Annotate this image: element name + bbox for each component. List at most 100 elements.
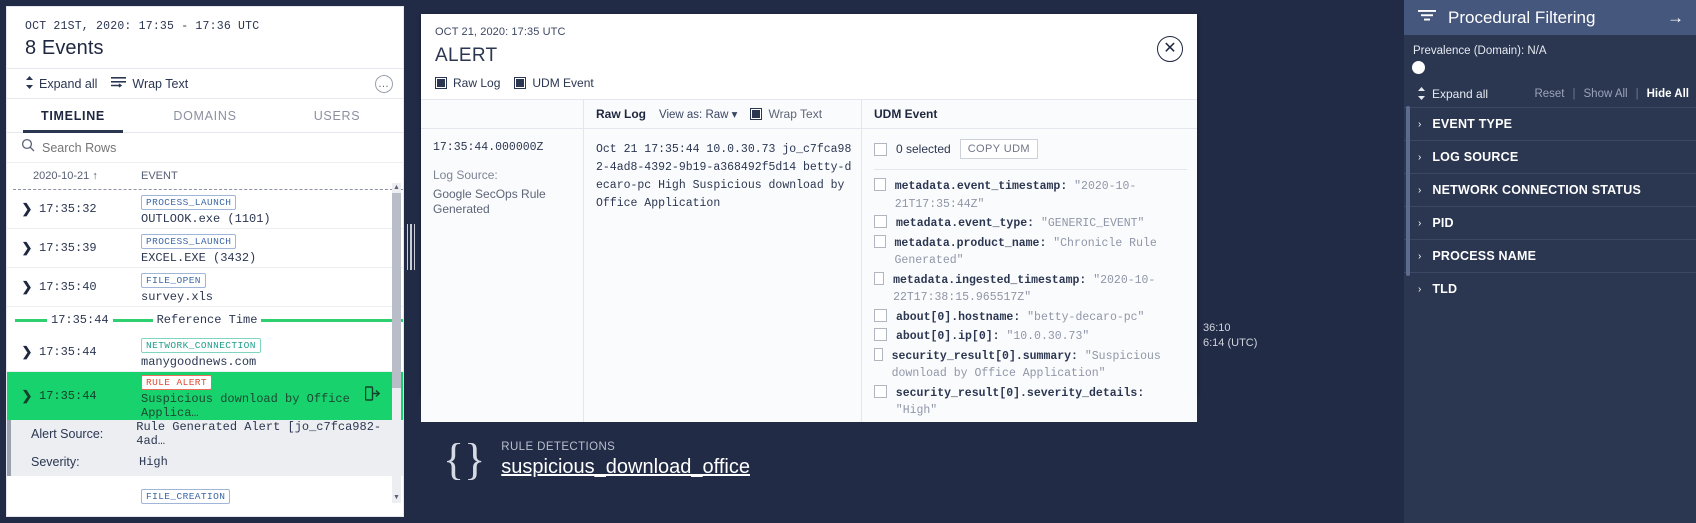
udm-field-checkbox[interactable] <box>874 348 883 361</box>
prevalence-slider-knob[interactable] <box>1412 61 1425 74</box>
udm-select-all-checkbox[interactable] <box>874 143 887 156</box>
facet-tld[interactable]: › TLD <box>1404 272 1696 305</box>
reference-time-value: 17:35:44 <box>51 313 109 327</box>
udm-field-value: "GENERIC_EVENT" <box>1041 217 1145 230</box>
chevron-right-icon: › <box>1418 185 1421 196</box>
reference-time-marker: 17:35:44 Reference Time <box>7 307 403 333</box>
rule-detections-link[interactable]: suspicious_download_office <box>501 456 750 479</box>
scroll-down-icon[interactable]: ▼ <box>392 493 401 503</box>
facet-label: PROCESS NAME <box>1432 249 1536 263</box>
table-row[interactable]: FILE_CREATION <box>7 476 403 515</box>
reference-line-mid <box>113 319 153 322</box>
row-expand-icon[interactable]: ❯ <box>15 279 39 295</box>
facet-pid[interactable]: › PID <box>1404 206 1696 239</box>
table-row-selected[interactable]: ❯ 17:35:44 RULE ALERT Suspicious downloa… <box>7 372 403 420</box>
udm-field[interactable]: metadata.event_type: "GENERIC_EVENT" <box>874 215 1187 233</box>
table-row[interactable]: ❯ 17:35:39 PROCESS_LAUNCH EXCEL.EXE (343… <box>7 229 403 268</box>
collapse-panel-arrow-icon[interactable]: → <box>1667 8 1684 28</box>
rule-detections-text: RULE DETECTIONS suspicious_download_offi… <box>501 441 750 479</box>
log-source-label: Log Source: <box>433 168 573 182</box>
filter-hide-all-button[interactable]: Hide All <box>1647 88 1689 100</box>
row-event: PROCESS_LAUNCH EXCEL.EXE (3432) <box>141 231 403 265</box>
udm-field[interactable]: about[0].hostname: "betty-decaro-pc" <box>874 309 1187 327</box>
filter-show-all-button[interactable]: Show All <box>1584 88 1628 100</box>
alert-detail-card: OCT 21, 2020: 17:35 UTC ALERT Raw Log UD… <box>421 14 1197 396</box>
udm-field-text: security_result[0].summary: "Suspicious … <box>892 348 1187 383</box>
wrap-text-button[interactable]: Wrap Text <box>111 76 188 91</box>
column-date-header[interactable]: 2020-10-21 ↑ <box>33 170 141 182</box>
tab-domains[interactable]: DOMAINS <box>139 99 271 132</box>
udm-field[interactable]: about[0].ip[0]: "10.0.30.73" <box>874 328 1187 346</box>
detail-row: Severity: High <box>11 448 403 476</box>
more-options-button[interactable]: … <box>375 75 393 93</box>
code-brace-icon: {} <box>443 440 485 480</box>
chevron-right-icon: › <box>1418 251 1421 262</box>
udm-field-checkbox[interactable] <box>874 309 887 322</box>
search-rows-input[interactable] <box>42 141 348 155</box>
udm-field-checkbox[interactable] <box>874 328 887 341</box>
udm-field-checkbox[interactable] <box>874 235 886 248</box>
scrollbar-thumb[interactable] <box>392 193 401 388</box>
row-event: NETWORK_CONNECTION manygoodnews.com <box>141 335 403 369</box>
prevalence-slider[interactable] <box>1404 59 1696 81</box>
row-expand-icon[interactable]: ❯ <box>15 344 39 360</box>
events-scrollbar[interactable]: ▲ ▼ <box>392 193 401 493</box>
event-type-badge: FILE_OPEN <box>141 273 206 288</box>
tab-timeline[interactable]: TIMELINE <box>7 99 139 132</box>
close-icon[interactable]: ✕ <box>1157 36 1183 62</box>
udm-field-value: "10.0.30.73" <box>1006 330 1089 343</box>
raw-log-checkbox[interactable]: Raw Log <box>435 76 500 90</box>
udm-field-checkbox[interactable] <box>874 385 887 398</box>
tab-users[interactable]: USERS <box>271 99 403 132</box>
facet-event-type[interactable]: › EVENT TYPE <box>1404 107 1696 140</box>
table-row[interactable]: ❯ 17:35:44 NETWORK_CONNECTION manygoodne… <box>7 333 403 372</box>
filter-panel-scrollbar[interactable] <box>1406 106 1410 276</box>
udm-field[interactable]: metadata.event_timestamp: "2020-10-21T17… <box>874 178 1187 213</box>
facet-label: TLD <box>1432 282 1457 296</box>
udm-field-checkbox[interactable] <box>874 272 884 285</box>
udm-field[interactable]: security_result[0].severity_details: "Hi… <box>874 385 1187 420</box>
alert-view-checkboxes: Raw Log UDM Event <box>435 76 1197 99</box>
facet-network-connection-status[interactable]: › NETWORK CONNECTION STATUS <box>1404 173 1696 206</box>
facet-label: PID <box>1432 216 1453 230</box>
raw-wrap-text-checkbox[interactable]: Wrap Text <box>750 107 822 121</box>
udm-field[interactable]: metadata.ingested_timestamp: "2020-10-22… <box>874 272 1187 307</box>
view-as-dropdown[interactable]: View as: Raw ▾ <box>659 107 737 121</box>
facet-process-name[interactable]: › PROCESS NAME <box>1404 239 1696 272</box>
wrap-text-icon <box>111 76 127 91</box>
row-event: FILE_OPEN survey.xls <box>141 270 403 304</box>
udm-field-key: about[0].ip[0]: <box>896 330 1000 343</box>
detail-value: High <box>139 455 168 469</box>
scroll-up-icon[interactable]: ▲ <box>392 183 401 193</box>
udm-event-checkbox[interactable]: UDM Event <box>514 76 593 90</box>
copy-udm-button[interactable]: COPY UDM <box>960 139 1038 159</box>
udm-field[interactable]: security_result[0].summary: "Suspicious … <box>874 348 1187 383</box>
log-source-value: Google SecOps Rule Generated <box>433 187 573 217</box>
filter-expand-all-button[interactable]: Expand all <box>1417 87 1526 102</box>
facet-label: NETWORK CONNECTION STATUS <box>1432 183 1641 197</box>
row-time: 17:35:44 <box>39 345 141 359</box>
row-expand-icon[interactable]: ❯ <box>15 240 39 256</box>
panel-resize-handle[interactable] <box>406 220 416 274</box>
udm-field-text: metadata.product_name: "Chronicle Rule G… <box>895 235 1187 270</box>
filter-reset-button[interactable]: Reset <box>1534 88 1564 100</box>
open-detail-icon[interactable] <box>365 386 381 407</box>
udm-field-checkbox[interactable] <box>874 178 886 191</box>
expand-all-button[interactable]: Expand all <box>25 76 97 92</box>
udm-event-checkbox-label: UDM Event <box>532 76 593 90</box>
event-type-badge: NETWORK_CONNECTION <box>141 338 261 353</box>
table-row[interactable]: ❯ 17:35:32 PROCESS_LAUNCH OUTLOOK.exe (1… <box>7 190 403 229</box>
chevron-right-icon: › <box>1418 284 1421 295</box>
udm-field[interactable]: metadata.product_name: "Chronicle Rule G… <box>874 235 1187 270</box>
udm-field-checkbox[interactable] <box>874 215 887 228</box>
udm-field-value: "High" <box>896 404 937 417</box>
row-time: 17:35:39 <box>39 241 141 255</box>
table-row[interactable]: ❯ 17:35:40 FILE_OPEN survey.xls <box>7 268 403 307</box>
procedural-filtering-panel: Procedural Filtering → Prevalence (Domai… <box>1404 0 1696 523</box>
row-collapse-icon[interactable]: ❯ <box>15 388 39 404</box>
alert-card-header: OCT 21, 2020: 17:35 UTC ALERT Raw Log UD… <box>421 14 1197 99</box>
row-event: FILE_CREATION <box>141 486 403 506</box>
prevalence-label: Prevalence (Domain): N/A <box>1404 35 1696 57</box>
facet-log-source[interactable]: › LOG SOURCE <box>1404 140 1696 173</box>
row-expand-icon[interactable]: ❯ <box>15 201 39 217</box>
